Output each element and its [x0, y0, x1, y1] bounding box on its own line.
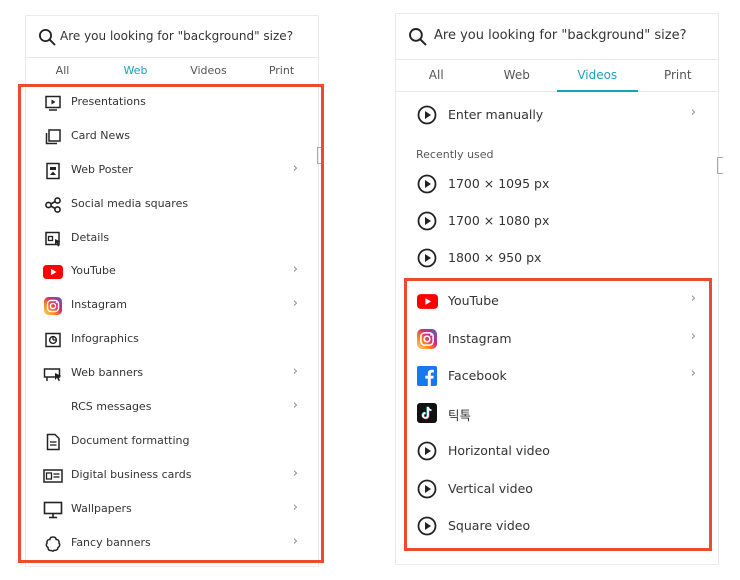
- search-input[interactable]: Are you looking for "background" size?: [434, 28, 686, 43]
- recent-size-label: 1800 × 950 px: [448, 250, 542, 265]
- enter-manually-item[interactable]: Enter manually ›: [396, 97, 718, 133]
- search-input[interactable]: Are you looking for "background" size?: [60, 29, 293, 43]
- search-icon: [38, 28, 56, 50]
- play-circle-icon: [416, 247, 438, 269]
- highlight-box-web-list: [18, 84, 324, 563]
- category-tabs: All Web Videos Print: [396, 60, 718, 92]
- recent-size-label: 1700 × 1095 px: [448, 176, 550, 191]
- tab-print[interactable]: Print: [245, 58, 318, 84]
- play-circle-icon: [416, 173, 438, 195]
- tab-web[interactable]: Web: [477, 60, 558, 91]
- tab-print[interactable]: Print: [638, 60, 719, 91]
- category-tabs: All Web Videos Print: [26, 58, 318, 85]
- recent-size-item[interactable]: 1700 × 1095 px: [396, 166, 718, 202]
- tab-web[interactable]: Web: [99, 58, 172, 84]
- tab-all[interactable]: All: [26, 58, 99, 84]
- canvas-edge-fragment: [717, 157, 723, 174]
- search-icon: [408, 27, 427, 50]
- chevron-right-icon: ›: [690, 105, 696, 120]
- highlight-box-video-platforms: [404, 278, 712, 551]
- recent-size-item[interactable]: 1700 × 1080 px: [396, 203, 718, 239]
- recently-used-heading: Recently used: [416, 148, 494, 161]
- play-circle-icon: [416, 104, 438, 126]
- tab-videos[interactable]: Videos: [557, 60, 638, 92]
- enter-manually-label: Enter manually: [448, 107, 544, 122]
- tab-all[interactable]: All: [396, 60, 477, 91]
- recent-size-label: 1700 × 1080 px: [448, 213, 550, 228]
- play-circle-icon: [416, 210, 438, 232]
- tab-videos[interactable]: Videos: [172, 58, 245, 84]
- recent-size-item[interactable]: 1800 × 950 px: [396, 240, 718, 276]
- search-bar[interactable]: Are you looking for "background" size?: [26, 16, 318, 58]
- search-bar[interactable]: Are you looking for "background" size?: [396, 14, 718, 60]
